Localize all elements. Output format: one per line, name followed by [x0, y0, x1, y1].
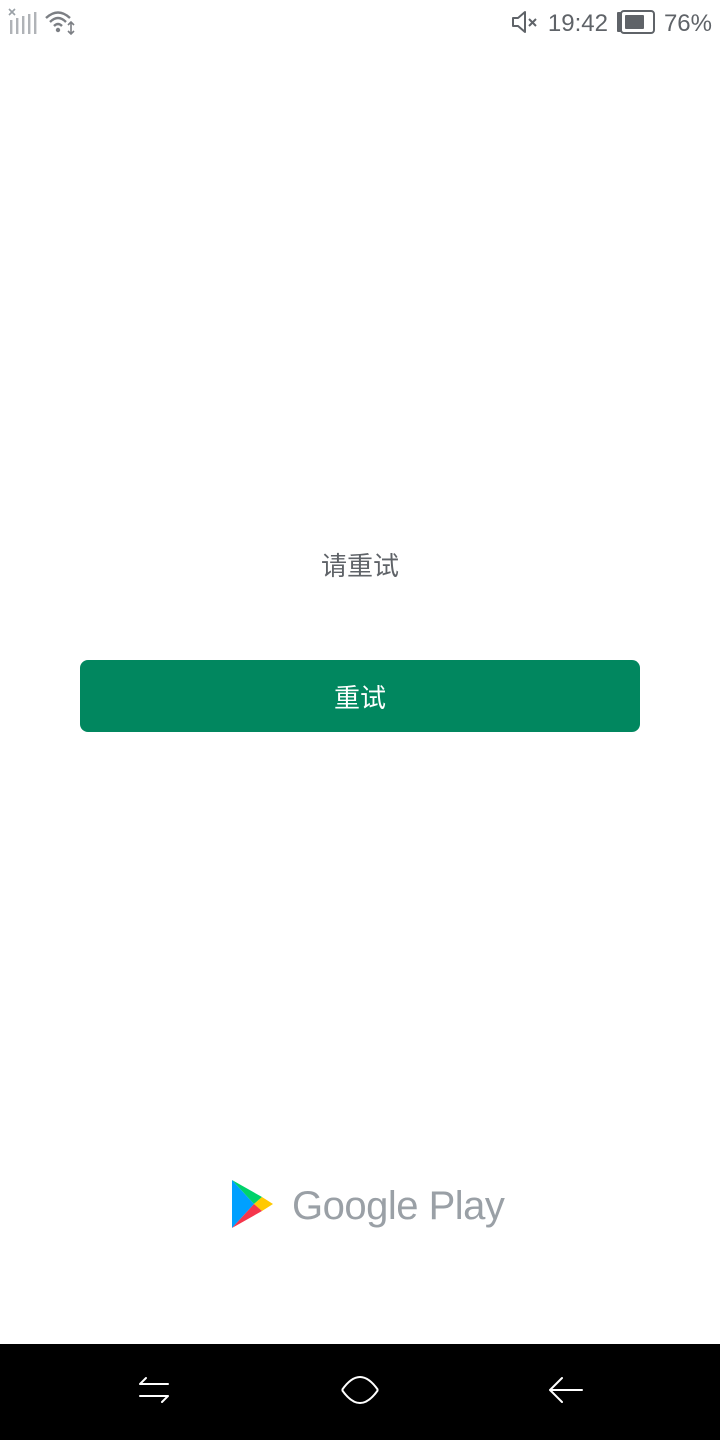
play-triangle-icon: [228, 1178, 276, 1234]
mute-icon: [510, 8, 540, 40]
error-message: 请重试: [320, 552, 399, 582]
recents-button[interactable]: [130, 1368, 178, 1416]
back-button[interactable]: [542, 1368, 590, 1416]
google-play-wordmark: Google Play: [292, 1183, 505, 1228]
battery-icon: [616, 10, 656, 38]
navigation-bar: [0, 1344, 720, 1440]
status-bar: 19:42 76%: [0, 0, 720, 48]
status-bar-right: 19:42 76%: [510, 8, 712, 40]
signal-off-icon: [8, 8, 38, 40]
status-time: 19:42: [547, 10, 608, 37]
retry-button-label: 重试: [333, 683, 386, 714]
battery-percent: 76%: [663, 10, 712, 37]
google-play-logo: Google Play: [228, 1178, 505, 1234]
home-button[interactable]: [336, 1368, 384, 1416]
home-icon: [338, 1368, 382, 1416]
status-bar-left: [8, 8, 76, 40]
recents-icon: [134, 1370, 174, 1414]
back-icon: [546, 1370, 586, 1414]
wifi-icon: [44, 8, 76, 40]
retry-button[interactable]: 重试: [80, 660, 640, 732]
